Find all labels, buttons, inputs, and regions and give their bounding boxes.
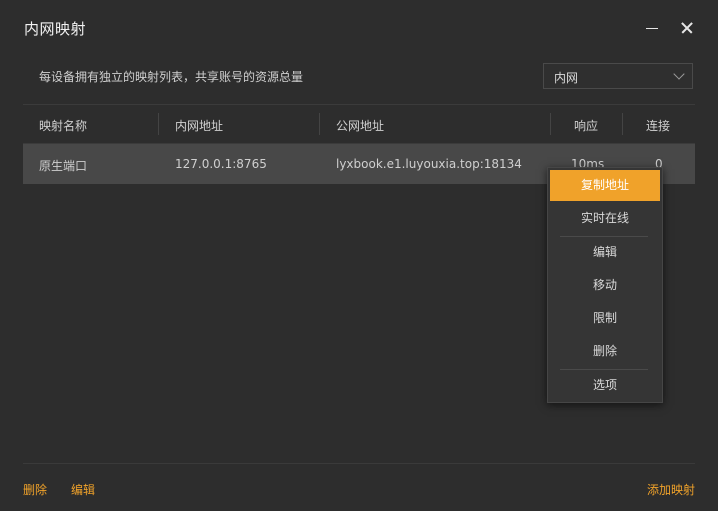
column-separator [319,113,320,135]
menu-item-delete[interactable]: 删除 [550,336,660,367]
menu-item-copy-address[interactable]: 复制地址 [550,170,660,201]
add-mapping-link[interactable]: 添加映射 [647,481,695,498]
column-header-local: 内网地址 [175,119,224,133]
title-bar: 内网映射 [0,0,718,56]
network-select[interactable]: 内网 [543,63,693,89]
divider [23,463,695,464]
cell-name: 原生端口 [39,159,88,173]
column-header-connections: 连接 [646,119,671,133]
menu-item-realtime-online[interactable]: 实时在线 [550,203,660,234]
network-select-value: 内网 [554,71,579,85]
column-separator [158,113,159,135]
column-header-latency: 响应 [574,119,599,133]
context-menu: 复制地址 实时在线 编辑 移动 限制 删除 选项 [547,167,663,403]
chevron-down-icon [673,68,685,80]
delete-link[interactable]: 删除 [23,481,47,498]
column-header-name: 映射名称 [39,119,88,133]
column-separator [550,113,551,135]
window-title: 内网映射 [24,20,87,38]
table-header: 映射名称 内网地址 公网地址 响应 连接 [23,105,695,143]
close-button[interactable] [675,16,699,40]
description-text: 每设备拥有独立的映射列表，共享账号的资源总量 [39,70,304,84]
column-separator [622,113,623,135]
menu-item-limit[interactable]: 限制 [550,303,660,334]
menu-item-options[interactable]: 选项 [550,370,660,401]
mapping-dialog: 内网映射 每设备拥有独立的映射列表，共享账号的资源总量 内网 映射名称 内网地址… [0,0,718,511]
cell-local-address: 127.0.0.1:8765 [175,157,267,171]
column-header-public: 公网地址 [336,119,385,133]
edit-link[interactable]: 编辑 [71,481,95,498]
minimize-button[interactable] [640,16,664,40]
menu-item-edit[interactable]: 编辑 [550,237,660,268]
menu-item-move[interactable]: 移动 [550,270,660,301]
cell-public-address: lyxbook.e1.luyouxia.top:18134 [336,157,522,171]
